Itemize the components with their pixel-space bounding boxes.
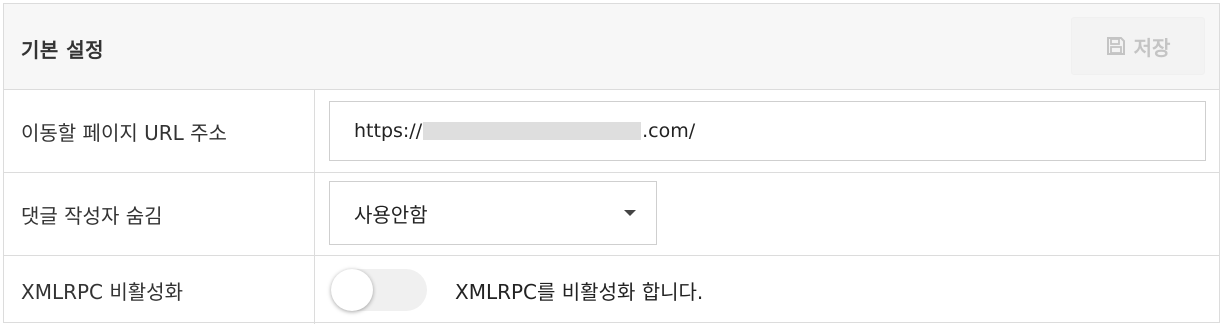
caret-down-icon (624, 210, 636, 216)
xmlrpc-toggle[interactable] (331, 269, 427, 311)
toggle-knob (331, 269, 373, 311)
url-redacted-block (423, 122, 642, 140)
hide-comment-author-label: 댓글 작성자 숨김 (4, 173, 315, 255)
xmlrpc-label: XMLRPC 비활성화 (4, 256, 315, 324)
redirect-url-label: 이동할 페이지 URL 주소 (4, 90, 315, 172)
panel-title: 기본 설정 (21, 38, 105, 62)
hide-comment-author-select[interactable]: 사용안함 (329, 181, 657, 245)
url-suffix: .com/ (642, 120, 696, 142)
redirect-url-input[interactable]: https:// .com/ (329, 101, 1206, 161)
floppy-disk-icon (1106, 36, 1126, 56)
settings-panel: 기본 설정 저장 이동할 페이지 URL 주소 https:// .com/ 댓… (3, 3, 1220, 324)
xmlrpc-cell: XMLRPC를 비활성화 합니다. (315, 256, 1219, 324)
setting-row-hide-comment-author: 댓글 작성자 숨김 사용안함 (4, 173, 1219, 256)
redirect-url-cell: https:// .com/ (315, 90, 1219, 172)
save-button[interactable]: 저장 (1071, 17, 1205, 75)
url-prefix: https:// (354, 120, 423, 142)
xmlrpc-description: XMLRPC를 비활성화 합니다. (455, 279, 704, 304)
select-value: 사용안함 (354, 202, 428, 227)
hide-comment-author-cell: 사용안함 (315, 173, 1219, 255)
panel-header: 기본 설정 저장 (4, 4, 1219, 90)
save-button-label: 저장 (1133, 35, 1171, 60)
setting-row-redirect-url: 이동할 페이지 URL 주소 https:// .com/ (4, 90, 1219, 173)
setting-row-xmlrpc: XMLRPC 비활성화 XMLRPC를 비활성화 합니다. (4, 256, 1219, 324)
